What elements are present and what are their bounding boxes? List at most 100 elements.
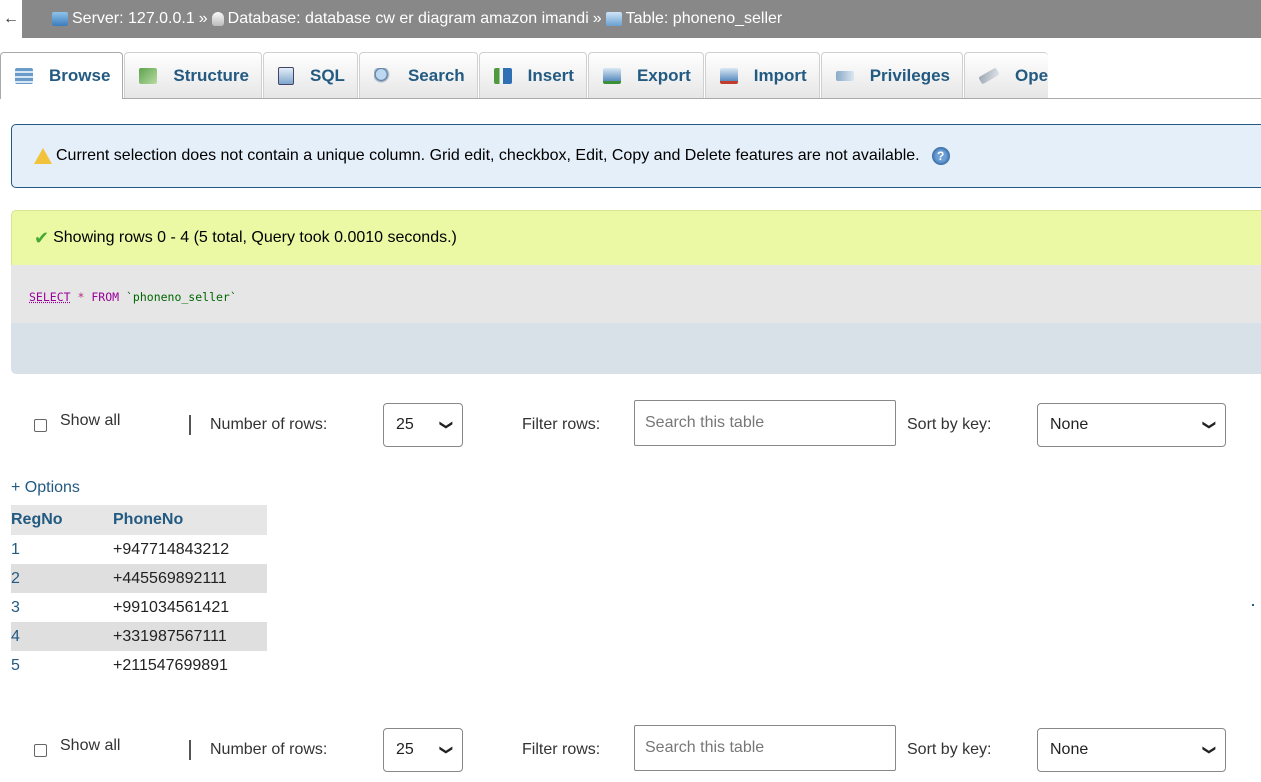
table-row: 4 +331987567111 — [11, 622, 267, 651]
breadcrumb-separator: » — [592, 10, 602, 27]
tab-browse[interactable]: Browse — [0, 52, 124, 99]
search-icon — [373, 67, 392, 84]
warning-icon — [34, 148, 52, 164]
sort-by-key-value: None — [1050, 416, 1089, 433]
tab-label: Export — [636, 65, 691, 85]
show-all-label: Show all — [60, 412, 121, 429]
sort-by-key-select[interactable]: None ❯ — [1037, 728, 1226, 772]
number-of-rows-label: Number of rows: — [210, 741, 328, 758]
tab-structure[interactable]: Structure — [124, 52, 262, 98]
notice-text: Current selection does not contain a uni… — [56, 147, 920, 164]
tab-label: Search — [407, 65, 465, 85]
table-header: RegNo PhoneNo — [11, 505, 267, 535]
sql-query-footer — [11, 323, 1261, 374]
cell-phoneno: +211547699891 — [113, 656, 228, 674]
sql-query: SELECT * FROM `phoneno_seller` — [11, 265, 1261, 323]
tab-search[interactable]: Search — [358, 52, 478, 98]
table-row: 1 +947714843212 — [11, 535, 267, 564]
import-icon — [719, 67, 738, 84]
insert-icon — [493, 67, 512, 84]
number-of-rows-select[interactable]: 25 ❯ — [383, 403, 463, 447]
tab-label: SQL — [310, 65, 345, 85]
chevron-down-icon: ❯ — [1202, 419, 1218, 431]
show-all-checkbox[interactable] — [34, 418, 47, 432]
sort-by-key-value: None — [1050, 741, 1089, 758]
tab-label: Import — [753, 65, 807, 85]
show-all-checkbox[interactable] — [34, 743, 47, 757]
chevron-down-icon: ❯ — [439, 744, 455, 756]
sort-by-key-label: Sort by key: — [907, 741, 992, 758]
table-row: 2 +445569892111 — [11, 564, 267, 593]
breadcrumb-table[interactable]: Table: phoneno_seller — [626, 10, 783, 28]
table-row: 5 +211547699891 — [11, 651, 267, 680]
number-of-rows-select[interactable]: 25 ❯ — [383, 728, 463, 772]
table-row: 3 +991034561421 — [11, 593, 267, 622]
table-icon — [605, 12, 622, 26]
cell-regno: 5 — [11, 656, 20, 674]
breadcrumb-database[interactable]: Database: database cw er diagram amazon … — [228, 10, 589, 28]
cell-regno: 4 — [11, 627, 20, 645]
sql-icon — [278, 66, 294, 85]
filter-rows-input[interactable]: Search this table — [634, 725, 896, 771]
help-icon[interactable]: ? — [931, 147, 950, 165]
cell-phoneno: +331987567111 — [113, 627, 227, 645]
tab-insert[interactable]: Insert — [478, 52, 587, 98]
cell-phoneno: +947714843212 — [113, 540, 230, 558]
show-all-control[interactable]: Show all — [34, 400, 120, 450]
export-icon — [602, 67, 621, 84]
scroll-marker — [1252, 604, 1254, 606]
sql-table-name: `phoneno_seller` — [126, 290, 237, 304]
back-arrow-icon[interactable]: ← — [0, 0, 22, 38]
number-of-rows-value: 25 — [396, 416, 414, 433]
options-link[interactable]: + Options — [11, 479, 80, 497]
chevron-down-icon: ❯ — [1202, 744, 1218, 756]
check-icon: ✔ — [34, 227, 50, 248]
structure-icon — [139, 67, 158, 84]
tab-export[interactable]: Export — [587, 52, 704, 98]
tab-operations[interactable]: Ope — [964, 52, 1049, 98]
cell-phoneno: +991034561421 — [113, 598, 230, 616]
success-message: ✔ Showing rows 0 - 4 (5 total, Query too… — [11, 210, 1261, 265]
breadcrumb: ← Server: 127.0.0.1 » Database: database… — [0, 0, 1261, 38]
chevron-down-icon: ❯ — [439, 419, 455, 431]
notice-box: Current selection does not contain a uni… — [11, 124, 1261, 188]
server-icon — [52, 12, 68, 26]
navigation-controls-top: Show all Number of rows: 25 ❯ Filter row… — [0, 400, 1261, 450]
number-of-rows-value: 25 — [396, 741, 414, 758]
cell-regno: 1 — [11, 540, 20, 558]
cell-regno: 2 — [11, 569, 20, 587]
sort-by-key-label: Sort by key: — [907, 416, 992, 433]
filter-rows-input[interactable]: Search this table — [634, 400, 896, 446]
tab-import[interactable]: Import — [704, 52, 820, 98]
number-of-rows-label: Number of rows: — [210, 416, 328, 433]
tab-bar: Browse Structure SQL Search Insert Expor… — [0, 52, 1261, 99]
sql-star: * — [77, 290, 85, 304]
tab-label: Structure — [173, 65, 249, 85]
sql-keyword-select[interactable]: SELECT — [29, 290, 71, 304]
privileges-icon — [835, 70, 854, 81]
results-table: RegNo PhoneNo 1 +947714843212 2 +445569892… — [11, 505, 267, 680]
breadcrumb-server[interactable]: Server: 127.0.0.1 — [72, 10, 195, 28]
column-header-phoneno[interactable]: PhoneNo — [113, 511, 267, 529]
divider — [189, 740, 191, 760]
show-all-control[interactable]: Show all — [34, 725, 120, 775]
show-all-label: Show all — [60, 737, 121, 754]
tab-label: Insert — [527, 65, 574, 85]
filter-rows-label: Filter rows: — [522, 416, 601, 433]
cell-regno: 3 — [11, 598, 20, 616]
tab-label: Browse — [49, 66, 111, 85]
success-text: Showing rows 0 - 4 (5 total, Query took … — [53, 229, 457, 246]
operations-icon — [978, 67, 1000, 84]
tab-sql[interactable]: SQL — [263, 52, 358, 98]
tab-label: Privileges — [869, 65, 951, 85]
tab-privileges[interactable]: Privileges — [820, 52, 964, 98]
column-header-regno[interactable]: RegNo — [11, 511, 113, 529]
navigation-controls-bottom: Show all Number of rows: 25 ❯ Filter row… — [0, 725, 1261, 775]
divider — [189, 415, 191, 435]
filter-rows-label: Filter rows: — [522, 741, 601, 758]
browse-icon — [15, 68, 33, 84]
breadcrumb-separator: » — [198, 10, 208, 27]
tab-label: Ope — [1015, 65, 1049, 85]
sort-by-key-select[interactable]: None ❯ — [1037, 403, 1226, 447]
database-icon — [211, 12, 224, 26]
